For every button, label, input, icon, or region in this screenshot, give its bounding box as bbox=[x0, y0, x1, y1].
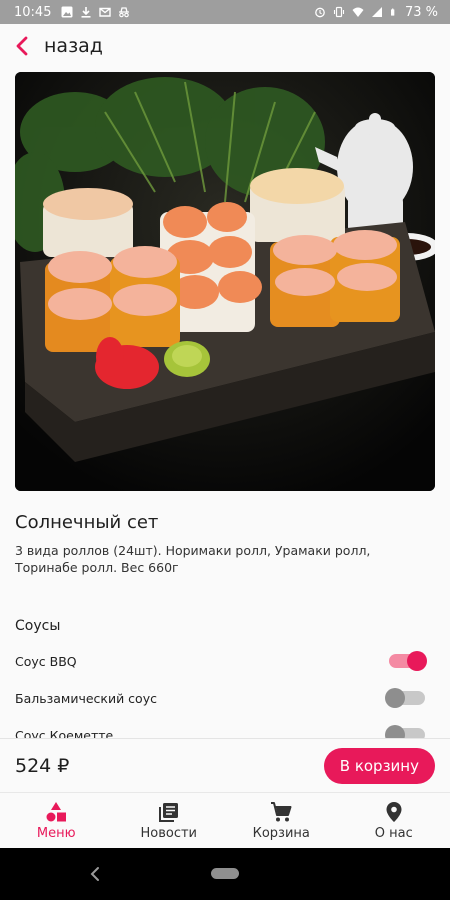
sauce-toggle-koemette[interactable] bbox=[385, 725, 425, 738]
product-details-scroll[interactable]: Солнечный сет 3 вида роллов (24шт). Нори… bbox=[0, 68, 450, 738]
vibrate-icon bbox=[333, 6, 345, 18]
alarm-icon bbox=[315, 7, 325, 18]
toggle-thumb bbox=[407, 651, 427, 671]
nav-label: О нас bbox=[374, 825, 413, 841]
gmail-icon bbox=[99, 7, 112, 17]
download-icon bbox=[81, 7, 91, 18]
nav-label: Новости bbox=[140, 825, 197, 841]
toggle-thumb bbox=[385, 725, 405, 738]
wifi-icon bbox=[352, 7, 364, 17]
toggle-thumb bbox=[385, 688, 405, 708]
image-notification-icon bbox=[61, 6, 73, 18]
nav-item-news[interactable]: Новости bbox=[113, 793, 226, 848]
price-bar: 524 ₽ В корзину bbox=[0, 738, 450, 792]
nav-item-cart[interactable]: Корзина bbox=[225, 793, 338, 848]
sauce-row-koemette: Соус Коеметте bbox=[15, 720, 425, 738]
product-image bbox=[15, 72, 435, 491]
battery-percent: 73 % bbox=[404, 4, 438, 20]
location-pin-icon bbox=[386, 801, 402, 822]
back-label: назад bbox=[44, 35, 103, 57]
top-bar: назад bbox=[0, 24, 450, 68]
sauce-row-balsamic: Бальзамический соус bbox=[15, 683, 425, 713]
add-to-cart-button[interactable]: В корзину bbox=[323, 747, 435, 784]
product-title: Солнечный сет bbox=[15, 512, 159, 533]
status-bar: 10:45 73 % bbox=[0, 0, 450, 24]
sushi-set-photo bbox=[15, 72, 435, 491]
nav-item-menu[interactable]: Меню bbox=[0, 793, 113, 848]
cart-icon bbox=[271, 801, 292, 821]
incognito-icon bbox=[119, 7, 130, 18]
sauce-toggle-balsamic[interactable] bbox=[385, 688, 425, 708]
bottom-nav: Меню Новости Корзина О нас bbox=[0, 792, 450, 848]
menu-shapes-icon bbox=[46, 801, 67, 821]
battery-icon bbox=[390, 8, 395, 16]
price: 524 ₽ bbox=[15, 754, 70, 777]
news-icon bbox=[158, 802, 178, 822]
sauce-label: Соус Коеметте bbox=[15, 727, 114, 739]
back-button[interactable]: назад bbox=[14, 35, 103, 57]
system-nav-bar bbox=[0, 848, 450, 900]
chevron-left-icon bbox=[16, 36, 28, 56]
nav-label: Корзина bbox=[252, 825, 310, 841]
nav-label: Меню bbox=[36, 825, 76, 841]
system-home-pill[interactable] bbox=[211, 868, 239, 879]
sauce-row-bbq: Соус BBQ bbox=[15, 646, 427, 676]
nav-item-about[interactable]: О нас bbox=[338, 793, 450, 848]
status-time: 10:45 bbox=[14, 4, 52, 20]
sauce-toggle-bbq[interactable] bbox=[389, 651, 427, 671]
sauce-label: Бальзамический соус bbox=[15, 690, 157, 706]
sauce-label: Соус BBQ bbox=[15, 653, 77, 669]
system-back-icon[interactable] bbox=[88, 866, 102, 882]
product-description: 3 вида роллов (24шт). Норимаки ролл, Ура… bbox=[15, 543, 371, 575]
sauces-header: Соусы bbox=[15, 618, 61, 634]
signal-icon bbox=[371, 7, 382, 17]
